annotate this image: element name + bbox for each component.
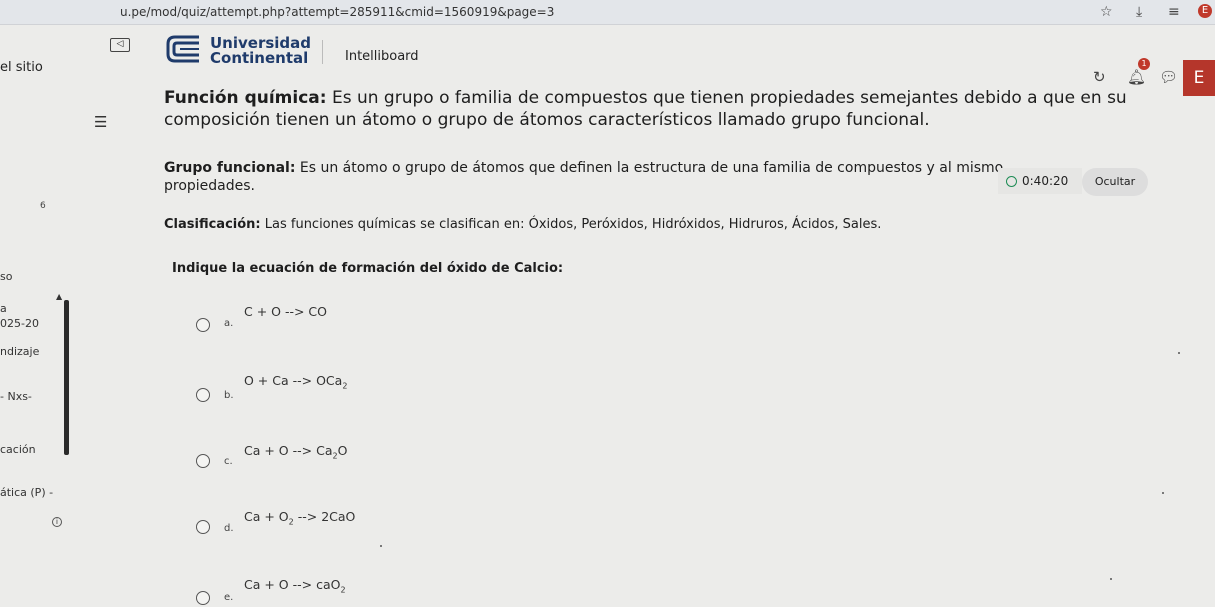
option-c-letter: c. <box>224 456 233 467</box>
option-c-radio[interactable] <box>196 454 210 468</box>
term-clasificacion: Clasificación: <box>164 217 261 232</box>
text-clasificacion: Las funciones químicas se clasifican en:… <box>260 217 882 232</box>
sidebar-fragment[interactable]: 025-20 <box>0 317 39 330</box>
bookmark-star-icon[interactable]: ☆ <box>1100 4 1113 20</box>
section-number: 6 <box>40 201 46 211</box>
logo-icon <box>166 35 199 63</box>
term-grupo-funcional: Grupo funcional: <box>164 160 296 176</box>
option-b-equation[interactable]: O + Ca --> OCa2 <box>244 373 347 391</box>
sidebar-fragment[interactable]: ndizaje <box>0 345 39 358</box>
bell-icon[interactable]: 🔔︎ <box>1127 68 1146 86</box>
speck <box>1162 492 1164 494</box>
drawer-toggle-button[interactable]: ◁ <box>110 38 130 52</box>
sidebar-fragment[interactable]: - Nxs- <box>0 390 32 403</box>
option-d-letter: d. <box>224 523 234 534</box>
speck <box>1110 578 1112 580</box>
option-e-sub: 2 <box>340 585 346 595</box>
sidebar-fragment[interactable]: so <box>0 270 12 283</box>
nav-link-intelliboard[interactable]: Intelliboard <box>345 49 419 64</box>
paragraph-clasificacion: Clasificación: Las funciones químicas se… <box>164 217 1124 232</box>
sidebar-fragment[interactable]: a <box>0 302 7 315</box>
course-index-icon[interactable]: ☰ <box>94 113 107 131</box>
option-e-lhs: Ca + O --> caO <box>244 577 341 592</box>
option-a-letter: a. <box>224 318 234 329</box>
option-b-letter: b. <box>224 390 234 401</box>
option-d-equation[interactable]: Ca + O2 --> 2CaO <box>244 509 355 527</box>
question-text: Indique la ecuación de formación del óxi… <box>172 261 564 276</box>
option-c-equation[interactable]: Ca + O --> Ca2O <box>244 443 347 461</box>
option-a-equation[interactable]: C + O --> CO <box>244 304 327 322</box>
sidebar-fragment[interactable]: ática (P) - <box>0 486 53 499</box>
reading-list-icon[interactable]: ≡ <box>1168 4 1180 20</box>
term-funcion-quimica: Función química: <box>164 88 327 108</box>
user-menu-avatar[interactable]: E <box>1183 60 1215 96</box>
option-b-lhs: O + Ca --> OCa <box>244 373 343 388</box>
option-a-radio[interactable] <box>196 318 210 332</box>
browser-toolbar: u.pe/mod/quiz/attempt.php?attempt=285911… <box>0 0 1215 25</box>
option-c-lhs: Ca + O --> Ca <box>244 443 333 458</box>
logo-line2: Continental <box>210 49 309 67</box>
clock-icon <box>1006 176 1017 187</box>
chat-icon[interactable]: 💬︎ <box>1159 68 1178 86</box>
hide-timer-button[interactable]: Ocultar <box>1082 168 1148 196</box>
header-divider <box>322 40 323 64</box>
refresh-icon[interactable]: ↻ <box>1093 68 1106 86</box>
speck <box>380 545 382 547</box>
sidebar-scrollbar[interactable] <box>64 300 69 455</box>
option-a-lhs: C + O --> CO <box>244 304 327 319</box>
download-icon[interactable]: ⤓ <box>1136 4 1142 20</box>
info-icon: i <box>52 517 62 527</box>
option-e-radio[interactable] <box>196 591 210 605</box>
paragraph-funcion-quimica: Función química: Es un grupo o familia d… <box>164 87 1164 131</box>
sidebar-fragment[interactable]: cación <box>0 443 36 456</box>
sidebar-site-label[interactable]: el sitio <box>0 60 43 75</box>
option-b-radio[interactable] <box>196 388 210 402</box>
timer-value: 0:40:20 <box>1022 174 1069 188</box>
option-d-lhs: Ca + O <box>244 509 289 524</box>
notification-badge: 1 <box>1138 58 1150 70</box>
quiz-timer: 0:40:20 <box>998 168 1082 194</box>
speck <box>1178 352 1180 354</box>
option-d-tail: --> 2CaO <box>293 509 356 524</box>
option-e-equation[interactable]: Ca + O --> caO2 <box>244 577 346 595</box>
option-b-sub: 2 <box>342 381 348 391</box>
option-d-radio[interactable] <box>196 520 210 534</box>
paragraph-grupo-funcional: Grupo funcional: Es un átomo o grupo de … <box>164 159 1014 195</box>
option-c-tail: O <box>337 443 348 458</box>
option-e-letter: e. <box>224 592 234 603</box>
profile-avatar[interactable]: E <box>1198 4 1212 18</box>
logo-wordmark: Universidad Continental <box>210 36 311 66</box>
scroll-up-icon[interactable]: ▲ <box>56 292 62 301</box>
address-bar[interactable]: u.pe/mod/quiz/attempt.php?attempt=285911… <box>120 5 554 19</box>
